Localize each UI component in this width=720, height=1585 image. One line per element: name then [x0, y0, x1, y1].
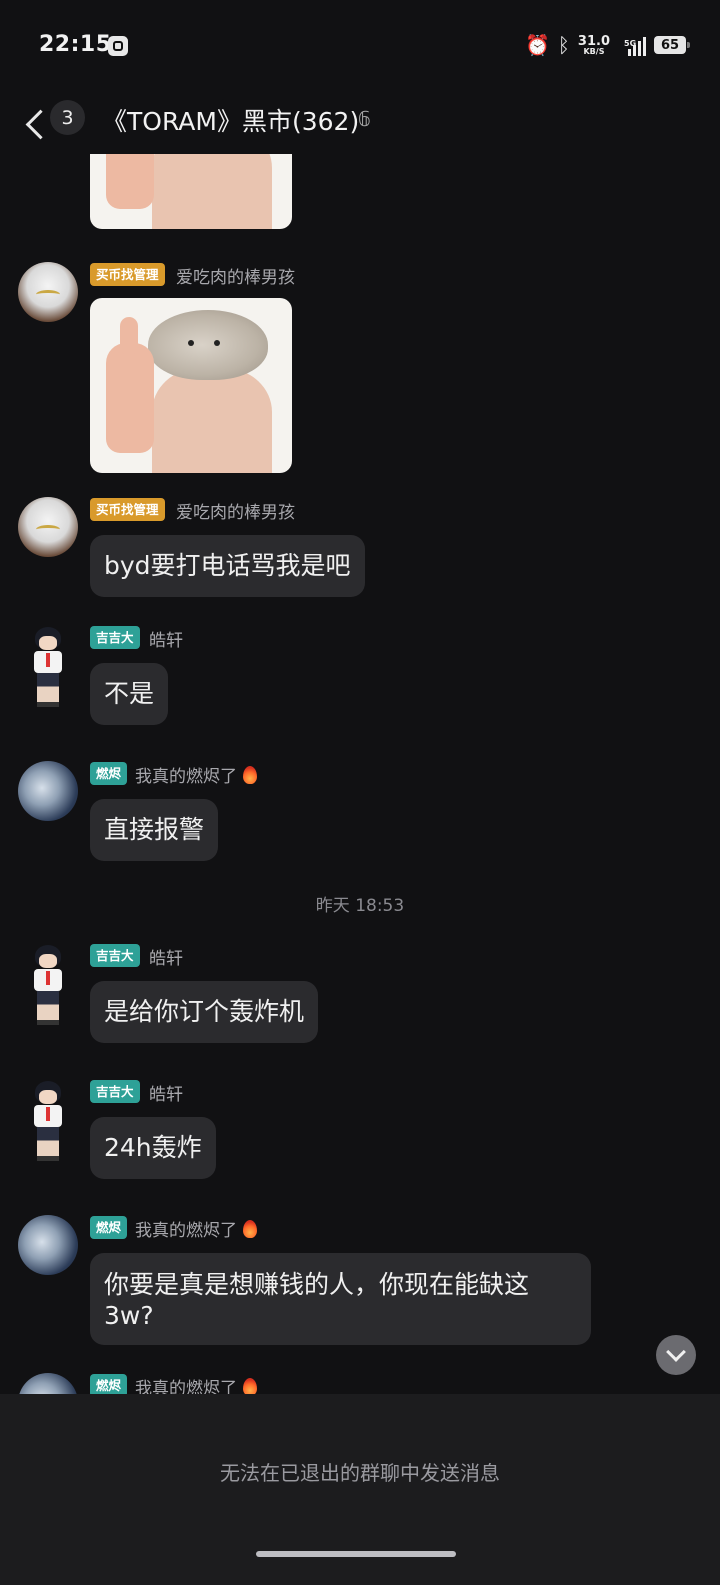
message-bubble[interactable]: byd要打电话骂我是吧 — [90, 535, 365, 597]
sender-name[interactable]: 爱吃肉的棒男孩 — [176, 263, 295, 288]
sender-name[interactable]: 我真的燃烬了 — [135, 1374, 257, 1394]
message-list[interactable]: 买币找管理 爱吃肉的棒男孩 买币找管理 爱吃肉的棒男孩 byd要打电话骂我是吧 … — [0, 154, 720, 1394]
battery-icon: 65 — [654, 36, 690, 54]
message-bubble[interactable]: 24h轰炸 — [90, 1117, 216, 1179]
battery-level: 65 — [660, 37, 680, 53]
avatar[interactable] — [18, 497, 78, 557]
sender-name[interactable]: 爱吃肉的棒男孩 — [176, 498, 295, 523]
timestamp: 昨天 18:53 — [315, 896, 405, 916]
member-tag: 买币找管理 — [90, 263, 165, 286]
avatar[interactable] — [18, 1081, 78, 1161]
chat-header: 3 《TORAM》黑市(362) 𝟞 — [0, 92, 720, 154]
message-bubble[interactable]: 直接报警 — [90, 799, 219, 861]
sender-name[interactable]: 皓轩 — [149, 1080, 183, 1105]
scroll-to-bottom-button[interactable] — [656, 1335, 696, 1375]
member-tag: 买币找管理 — [90, 498, 165, 521]
avatar[interactable] — [18, 761, 78, 821]
unread-count-badge[interactable]: 3 — [50, 100, 85, 135]
status-time: 22:15 — [39, 32, 112, 57]
ear-icon[interactable]: 𝟞 — [358, 107, 371, 131]
sender-name[interactable]: 皓轩 — [149, 626, 183, 651]
message-bubble[interactable]: 不是 — [90, 663, 169, 725]
status-icons: ⏰ ᛒ 31.0 KB/S 5G 65 — [525, 32, 690, 58]
sender-name[interactable]: 皓轩 — [149, 944, 183, 969]
avatar[interactable] — [18, 1373, 78, 1394]
bluetooth-icon: ᛒ — [557, 33, 570, 57]
left-group-notice: 无法在已退出的群聊中发送消息 — [220, 1461, 500, 1485]
back-icon[interactable] — [22, 101, 48, 145]
sender-name[interactable]: 我真的燃烬了 — [135, 762, 257, 787]
fire-icon — [243, 1378, 257, 1394]
sender-name[interactable]: 我真的燃烬了 — [135, 1216, 257, 1241]
input-disabled-area: 无法在已退出的群聊中发送消息 — [0, 1394, 720, 1585]
member-tag: 燃烬 — [90, 1216, 128, 1239]
status-bar: 22:15 ⏰ ᛒ 31.0 KB/S 5G 65 — [0, 0, 720, 92]
network-type: 5G — [624, 39, 637, 48]
member-tag: 燃烬 — [90, 762, 128, 785]
network-speed: 31.0 KB/S — [577, 33, 610, 56]
app-icon — [108, 36, 128, 56]
message-bubble[interactable]: 是给你订个轰炸机 — [90, 981, 319, 1043]
avatar[interactable] — [18, 627, 78, 707]
alarm-icon: ⏰ — [525, 33, 550, 57]
message-bubble[interactable]: 你要是真是想赚钱的人，你现在能缺这3w? — [90, 1253, 591, 1345]
sticker-image[interactable] — [90, 298, 292, 473]
avatar[interactable] — [18, 262, 78, 322]
avatar[interactable] — [18, 1215, 78, 1275]
member-tag: 吉吉大 — [90, 1080, 140, 1103]
home-indicator[interactable] — [256, 1551, 456, 1557]
fire-icon — [243, 766, 257, 784]
member-tag: 燃烬 — [90, 1374, 128, 1394]
member-tag: 吉吉大 — [90, 944, 140, 967]
signal-icon: 5G — [618, 34, 646, 56]
fire-icon — [243, 1220, 257, 1238]
chat-title[interactable]: 《TORAM》黑市(362) — [102, 102, 359, 138]
avatar[interactable] — [18, 945, 78, 1025]
member-tag: 吉吉大 — [90, 626, 140, 649]
sticker-image[interactable] — [90, 154, 292, 229]
